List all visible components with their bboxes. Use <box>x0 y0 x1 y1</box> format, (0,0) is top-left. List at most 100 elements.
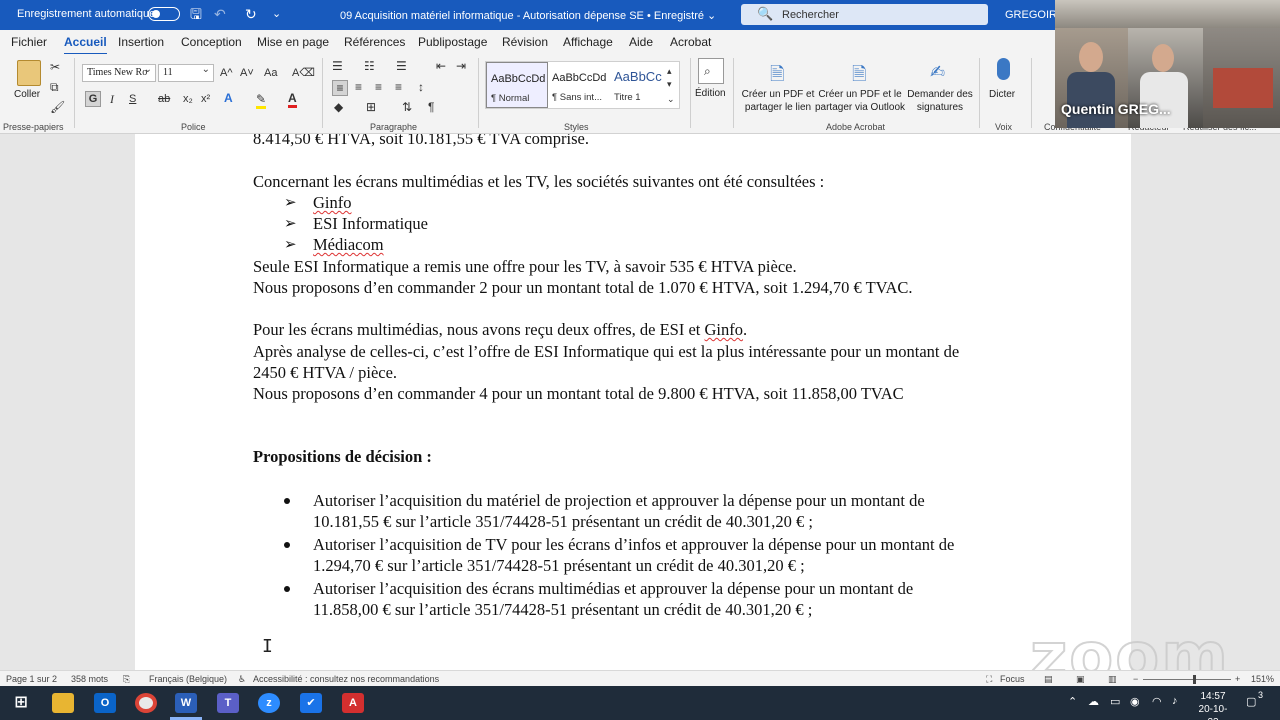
search-box[interactable]: 🔍 Rechercher <box>741 4 988 25</box>
style-heading-1[interactable]: AaBbCc Titre 1 <box>610 62 666 108</box>
font-name-combo[interactable]: Times New Ro <box>82 64 156 82</box>
doc-company-item: Ginfo <box>313 193 352 212</box>
customize-toolbar-icon[interactable]: ⌄ <box>272 6 281 22</box>
styles-more-icon[interactable]: ⌄ <box>667 92 675 106</box>
onedrive-icon[interactable]: ☁ <box>1088 695 1099 708</box>
volume-icon[interactable]: ♪ <box>1172 695 1178 707</box>
save-icon[interactable]: 🖫 <box>190 6 202 22</box>
request-signatures-button[interactable]: Demander des signatures <box>904 88 976 114</box>
paste-button[interactable]: Coller <box>14 88 40 101</box>
bullets-icon[interactable]: ☰ <box>332 59 343 73</box>
zoom-slider[interactable] <box>1143 679 1231 680</box>
redo-icon[interactable]: ↻ <box>245 6 257 22</box>
paste-icon[interactable] <box>17 60 41 86</box>
format-painter-icon[interactable]: 🖌 <box>50 100 65 114</box>
strikethrough-button[interactable]: ab <box>158 92 170 106</box>
sort-icon[interactable]: ⇅ <box>402 100 412 114</box>
font-color-button[interactable]: A <box>288 91 297 108</box>
decrease-indent-icon[interactable]: ⇤ <box>436 59 446 73</box>
undo-icon[interactable]: ↶ <box>214 6 226 22</box>
highlight-button[interactable]: ✎ <box>256 92 267 109</box>
file-explorer-icon[interactable] <box>52 693 74 713</box>
shading-icon[interactable]: ◆ <box>334 100 343 114</box>
zoom-level[interactable]: 151% <box>1251 674 1274 684</box>
tab-affichage[interactable]: Affichage <box>563 35 613 49</box>
todo-icon[interactable]: ✔ <box>300 693 322 713</box>
align-center-icon[interactable]: ≡ <box>355 80 362 94</box>
web-layout-icon[interactable]: ▥ <box>1108 674 1117 685</box>
zoom-out-icon[interactable]: − <box>1133 674 1138 684</box>
styles-scroll-up-icon[interactable]: ▴ <box>667 64 672 78</box>
network-tray-icon[interactable]: ▭ <box>1110 695 1120 708</box>
language[interactable]: Français (Belgique) <box>149 674 227 684</box>
styles-scroll-down-icon[interactable]: ▾ <box>667 77 672 91</box>
teams-icon[interactable]: T <box>217 693 239 713</box>
tab-acrobat[interactable]: Acrobat <box>670 35 711 49</box>
company-name: ESI Informatique <box>313 214 429 233</box>
increase-indent-icon[interactable]: ⇥ <box>456 59 466 73</box>
chrome-icon[interactable] <box>135 693 157 713</box>
windows-start-icon[interactable]: ⊞ <box>10 693 32 713</box>
create-pdf-outlook-button[interactable]: Créer un PDF et le partager via Outlook <box>814 88 906 114</box>
editing-label[interactable]: Édition <box>695 87 726 100</box>
tab-publipostage[interactable]: Publipostage <box>418 35 487 49</box>
tab-mise-en-page[interactable]: Mise en page <box>257 35 329 49</box>
wifi-icon[interactable]: ◠ <box>1152 695 1162 708</box>
change-case-icon[interactable]: Aa <box>264 66 277 80</box>
borders-icon[interactable]: ⊞ <box>366 100 376 114</box>
tab-accueil[interactable]: Accueil <box>64 35 107 55</box>
numbering-icon[interactable]: ☷ <box>364 59 375 73</box>
document-area[interactable]: 8.414,50 € HTVA, soit 10.181,55 € TVA co… <box>0 134 1280 670</box>
style-normal[interactable]: AaBbCcDd ¶ Normal <box>486 62 548 108</box>
copy-icon[interactable]: ⧉ <box>50 80 59 94</box>
proofing-icon[interactable]: ⎘ <box>123 674 130 685</box>
create-pdf-share-link-button[interactable]: Créer un PDF et partager le lien <box>740 88 816 114</box>
print-layout-icon[interactable]: ▣ <box>1076 674 1085 685</box>
word-count[interactable]: 358 mots <box>71 674 108 684</box>
dictate-button[interactable]: Dicter <box>989 88 1015 101</box>
autosave-toggle[interactable] <box>148 7 180 21</box>
subscript-button[interactable]: x₂ <box>183 92 193 106</box>
acrobat-icon[interactable]: A <box>342 693 364 713</box>
align-right-icon[interactable]: ≡ <box>375 80 382 94</box>
underline-button[interactable]: S <box>129 92 136 106</box>
grow-font-icon[interactable]: A^ <box>220 66 233 80</box>
camera-tray-icon[interactable]: ◉ <box>1130 695 1140 708</box>
microphone-icon[interactable] <box>997 58 1010 80</box>
system-clock[interactable]: 14:57 20-10-23 <box>1193 690 1233 720</box>
document-title[interactable]: 09 Acquisition matériel informatique - A… <box>340 9 716 22</box>
tab-revision[interactable]: Révision <box>502 35 548 49</box>
accessibility-status[interactable]: Accessibilité : consultez nos recommanda… <box>253 674 439 684</box>
shrink-font-icon[interactable]: A˅ <box>240 66 254 80</box>
justify-icon[interactable]: ≡ <box>395 80 402 94</box>
outlook-icon[interactable]: O <box>94 693 116 713</box>
line-spacing-icon[interactable]: ↕ <box>418 80 424 94</box>
multilevel-list-icon[interactable]: ☰ <box>396 59 407 73</box>
tab-insertion[interactable]: Insertion <box>118 35 164 49</box>
cut-icon[interactable]: ✂ <box>50 60 60 74</box>
align-left-icon[interactable]: ≡ <box>332 80 348 96</box>
tab-conception[interactable]: Conception <box>181 35 242 49</box>
notification-icon[interactable]: ▢ <box>1246 695 1256 708</box>
editing-button[interactable]: ⌕ <box>698 58 724 84</box>
read-mode-icon[interactable]: ▤ <box>1044 674 1053 685</box>
font-size-combo[interactable]: 11 <box>158 64 214 82</box>
text-effects-button[interactable]: A <box>224 91 233 105</box>
bold-button[interactable]: G <box>85 91 101 107</box>
tray-expand-icon[interactable]: ⌃ <box>1068 695 1077 708</box>
zoom-in-icon[interactable]: + <box>1235 674 1240 684</box>
word-icon[interactable]: W <box>175 693 197 713</box>
show-formatting-icon[interactable]: ¶ <box>428 100 434 114</box>
focus-button[interactable]: Focus <box>1000 674 1025 684</box>
tab-references[interactable]: Références <box>344 35 405 49</box>
tab-fichier[interactable]: Fichier <box>11 35 47 49</box>
tab-aide[interactable]: Aide <box>629 35 653 49</box>
page-count[interactable]: Page 1 sur 2 <box>6 674 57 684</box>
zoom-video-panel[interactable]: Quentin GREG... <box>1055 0 1280 128</box>
zoom-app-icon[interactable]: z <box>258 693 280 713</box>
clear-format-icon[interactable]: A⌫ <box>292 66 315 80</box>
style-no-spacing[interactable]: AaBbCcDd ¶ Sans int... <box>548 62 610 108</box>
zoom-slider-thumb[interactable] <box>1193 675 1196 684</box>
italic-button[interactable]: I <box>110 92 114 106</box>
superscript-button[interactable]: x² <box>201 92 210 106</box>
